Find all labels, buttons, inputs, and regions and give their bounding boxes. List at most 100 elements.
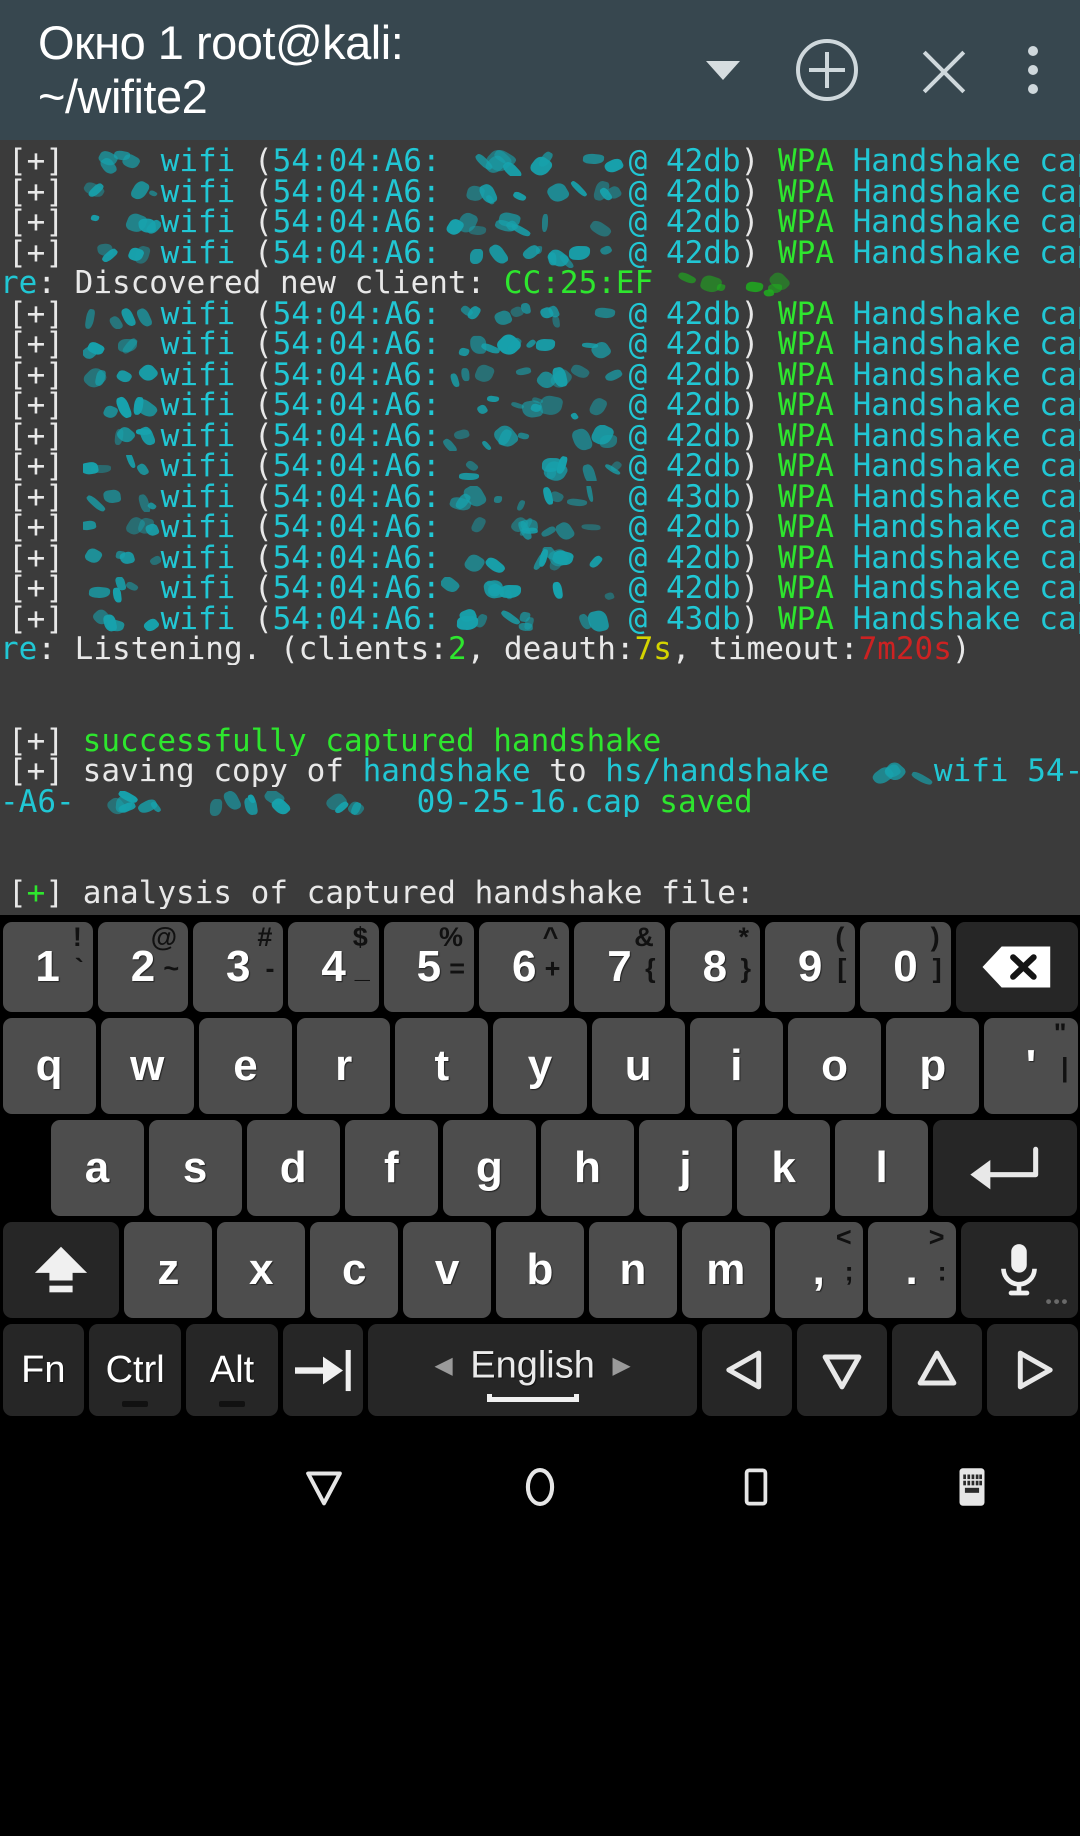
key-i[interactable]: i [689,1018,783,1114]
key-comma-label: , [812,1245,825,1294]
redacted-text [441,211,629,237]
line-label: wifi [160,207,236,238]
line-status: WPA [777,176,834,208]
key-z[interactable]: z [124,1222,213,1318]
key-p[interactable]: p [886,1018,980,1114]
fn-key[interactable]: Fn [2,1324,85,1416]
key-q[interactable]: q [2,1018,96,1114]
key-r[interactable]: r [297,1018,391,1114]
arrow-up-key[interactable] [892,1324,983,1416]
recents-button[interactable] [648,1462,864,1512]
line-text: : Discovered new client: [37,268,504,299]
key-apostrophe[interactable]: ' " | [984,1018,1078,1114]
redacted-text [441,302,629,329]
key-4[interactable]: 4 $ _ [288,922,379,1012]
keyboard-toggle-button[interactable] [864,1462,1080,1512]
enter-key[interactable] [933,1120,1078,1216]
key-j[interactable]: j [638,1120,733,1216]
line-paren: ( [235,481,273,513]
key-s[interactable]: s [148,1120,242,1216]
line-marker: [+] [8,481,64,513]
key-c[interactable]: c [310,1222,399,1318]
key-6[interactable]: 6 ^ + [479,922,570,1012]
on-screen-keyboard[interactable]: 1! ` 2 @ ~3 # -4 $ _ 5% = 6 ^ +7 &{8 *} 9([0)] q w e r t y u i o p… [0,915,1080,1419]
backspace-key[interactable] [955,922,1078,1012]
key-d[interactable]: d [246,1120,340,1216]
chevron-down-icon[interactable] [706,60,740,80]
key-0[interactable]: 0)] [860,922,951,1012]
line-marker: [+] [8,542,64,574]
recents-icon [744,1468,768,1506]
line-paren-close: ) [740,298,760,330]
key-g[interactable]: g [442,1120,536,1216]
key-5[interactable]: 5% = [383,922,475,1012]
key-l[interactable]: l [835,1120,929,1216]
listening-deauth: 7s [634,634,672,665]
alt-key-underline [219,1401,246,1407]
key-8[interactable]: 8 *} [669,922,760,1012]
key-n-label: n [619,1245,647,1294]
key-v[interactable]: v [403,1222,492,1318]
key-9[interactable]: 9 ([ [765,922,856,1012]
key-b[interactable]: b [496,1222,584,1318]
key-k[interactable]: k [737,1120,831,1216]
back-button[interactable] [216,1459,432,1515]
key-9-alt-top: ( [835,922,845,952]
key-i-label: i [730,1041,743,1090]
arrow-left-key[interactable] [702,1324,793,1416]
arrow-down-key[interactable] [797,1324,888,1416]
ctrl-key[interactable]: Ctrl [89,1324,182,1416]
close-icon[interactable] [916,42,972,98]
key-h[interactable]: h [540,1120,634,1216]
key-a[interactable]: a [50,1120,144,1216]
lang-prev-arrow[interactable]: ◀ [435,1352,452,1378]
key-6-alt-right: + [544,953,561,984]
key-3[interactable]: 3 # - [193,922,284,1012]
key-y[interactable]: y [493,1018,587,1114]
line-paren: ( [235,237,273,269]
arrow-right-key[interactable] [987,1324,1078,1416]
key-1[interactable]: 1! ` [2,922,93,1012]
line-signal: @ 42db [628,298,741,330]
key-period[interactable]: . >: [867,1222,956,1318]
key-e[interactable]: e [198,1018,293,1114]
terminal-line: re: Discovered new client: CC:25:EF [0,268,1080,299]
key-comma[interactable]: , <; [774,1222,863,1318]
key-u[interactable]: u [591,1018,685,1114]
home-button[interactable] [432,1458,648,1516]
shift-key[interactable] [2,1222,120,1318]
key-7-alt-right: { [645,953,656,984]
key-5-alt-top: % [439,922,464,952]
key-f-label: f [383,1143,399,1192]
line-marker: [+] [8,603,64,635]
spacebar-key[interactable]: ◀ English ▶ [367,1324,698,1416]
line-signal: @ 43db [628,481,741,513]
alt-key[interactable]: Alt [186,1324,278,1416]
terminal-output[interactable]: [+] wifi (54:04:A6: @ 42db) WPA Handshake… [0,140,1080,915]
key-o[interactable]: o [788,1018,882,1114]
key-t[interactable]: t [395,1018,489,1114]
lang-next-arrow[interactable]: ▶ [613,1352,630,1378]
key-m[interactable]: m [681,1222,770,1318]
key-w[interactable]: w [100,1018,194,1114]
key-x[interactable]: x [217,1222,306,1318]
line-bssid-prefix: 54:04:A6: [272,359,441,391]
plus-circle-icon[interactable] [796,39,858,101]
line-bssid-prefix: 54:04:A6: [272,329,441,360]
line-paren: ( [235,146,273,177]
key-2[interactable]: 2 @ ~ [97,922,189,1012]
redacted-text [441,485,629,512]
line-paren-close: ) [740,451,760,482]
overflow-menu-icon[interactable] [1028,37,1040,103]
redacted-text [82,333,161,359]
key-z-label: z [157,1245,180,1294]
key-n[interactable]: n [588,1222,677,1318]
key-8-label: 8 [702,942,728,991]
keyboard-icon [959,1468,985,1506]
mic-key[interactable]: ••• [960,1222,1078,1318]
key-b-label: b [526,1245,554,1294]
tab-key[interactable] [282,1324,363,1416]
key-7[interactable]: 7 &{ [574,922,665,1012]
line-captured: Handshake captu [852,512,1080,543]
key-f[interactable]: f [344,1120,438,1216]
